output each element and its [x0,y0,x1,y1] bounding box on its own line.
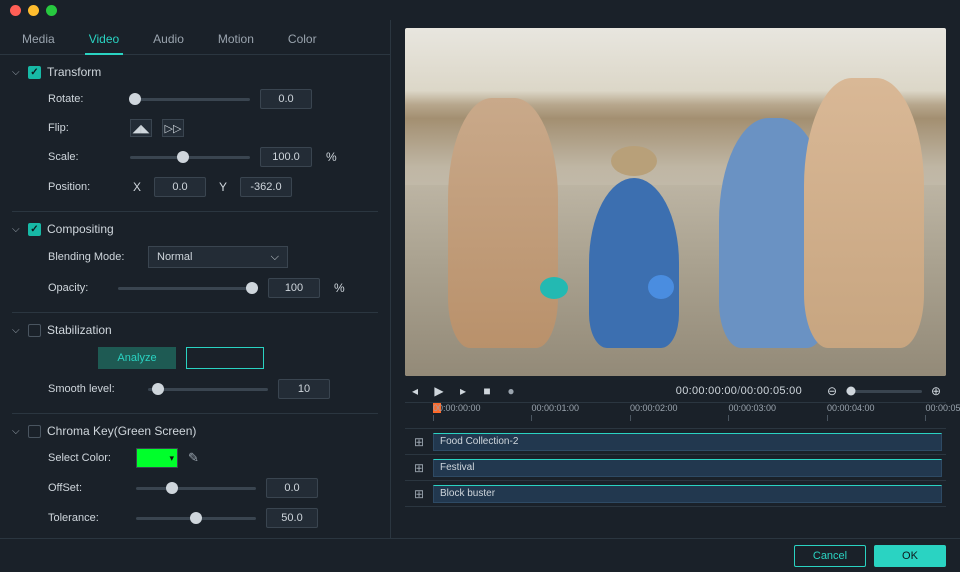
next-frame-button[interactable]: ▸ [455,384,471,398]
ruler-tick: 00:00:02:00 [630,403,678,428]
prev-frame-button[interactable]: ◂ [407,384,423,398]
rotate-slider[interactable] [130,98,250,101]
cancel-button[interactable]: Cancel [794,545,866,567]
opacity-slider[interactable] [118,287,258,290]
scale-slider[interactable] [130,156,250,159]
smooth-input[interactable] [278,379,330,399]
inspector-panel: Media Video Audio Motion Color ⌵ Transfo… [0,20,390,538]
section-compositing-header[interactable]: ⌵ Compositing [12,222,378,236]
scale-suffix: % [326,150,337,164]
smooth-label: Smooth level: [48,383,138,395]
pos-x-label: X [130,180,144,194]
inspector-tabs: Media Video Audio Motion Color [0,20,390,55]
select-color-label: Select Color: [48,452,126,464]
opacity-label: Opacity: [48,282,108,294]
compositing-checkbox[interactable] [28,223,41,236]
tab-video[interactable]: Video [85,26,123,54]
tab-media[interactable]: Media [18,26,59,54]
transform-checkbox[interactable] [28,66,41,79]
stabilization-secondary-button[interactable] [186,347,264,369]
tolerance-label: Tolerance: [48,512,126,524]
rotate-input[interactable] [260,89,312,109]
blend-mode-select[interactable]: Normal ⌵ [148,246,288,268]
tab-audio[interactable]: Audio [149,26,188,54]
stabilization-checkbox[interactable] [28,324,41,337]
chevron-down-icon: ▾ [169,453,174,464]
zoom-out-button[interactable]: ⊖ [824,384,840,398]
close-window-button[interactable] [10,5,21,16]
section-chroma-header[interactable]: ⌵ Chroma Key(Green Screen) [12,424,378,438]
opacity-input[interactable] [268,278,320,298]
timeline-clip[interactable]: Festival [433,459,942,477]
tab-color[interactable]: Color [284,26,321,54]
ruler-tick: 00:00:01:00 [531,403,579,428]
flip-label: Flip: [48,122,120,134]
scale-label: Scale: [48,151,120,163]
filmstrip-icon[interactable]: ⊞ [405,435,433,449]
smooth-slider[interactable] [148,388,268,391]
chroma-title: Chroma Key(Green Screen) [47,424,196,438]
maximize-window-button[interactable] [46,5,57,16]
chroma-checkbox[interactable] [28,425,41,438]
blend-label: Blending Mode: [48,251,138,263]
dialog-button-bar: Cancel OK [0,538,960,572]
flip-vertical-button[interactable]: ▷▷ [162,119,184,137]
ruler-tick: 00:00:03:00 [728,403,776,428]
transform-title: Transform [47,65,101,79]
chevron-down-icon: ⌵ [12,67,22,78]
tab-motion[interactable]: Motion [214,26,258,54]
offset-label: OffSet: [48,482,126,494]
ruler-tick: 00:00:04:00 [827,403,875,428]
eyedropper-icon[interactable]: ✎ [188,450,199,466]
flip-horizontal-button[interactable]: ◢◣ [130,119,152,137]
tolerance-input[interactable] [266,508,318,528]
offset-input[interactable] [266,478,318,498]
timeline-clip[interactable]: Block buster [433,485,942,503]
chroma-color-swatch[interactable]: ▾ [136,448,178,468]
analyze-button[interactable]: Analyze [98,347,176,369]
offset-slider[interactable] [136,487,256,490]
chevron-down-icon: ⌵ [12,325,22,336]
play-button[interactable]: ▶ [431,384,447,398]
ruler-tick: 00:00:05:00 [925,403,960,428]
transport-controls: ◂ ▶ ▸ ■ ● 00:00:00:00/00:00:05:00 ⊖ ⊕ [405,376,946,403]
stop-button[interactable]: ■ [479,384,495,398]
zoom-slider[interactable] [846,390,922,393]
chevron-down-icon: ⌵ [271,251,279,264]
filmstrip-icon[interactable]: ⊞ [405,461,433,475]
scale-input[interactable] [260,147,312,167]
pos-y-input[interactable] [240,177,292,197]
timeline-track: ⊞Festival [405,455,946,481]
ok-button[interactable]: OK [874,545,946,567]
zoom-in-button[interactable]: ⊕ [928,384,944,398]
video-preview[interactable] [405,28,946,376]
pos-y-label: Y [216,180,230,194]
chevron-down-icon: ⌵ [12,224,22,235]
minimize-window-button[interactable] [28,5,39,16]
compositing-title: Compositing [47,222,114,236]
timeline-tracks: ⊞Food Collection-2⊞Festival⊞Block buster [405,429,946,507]
section-transform-header[interactable]: ⌵ Transform [12,65,378,79]
opacity-suffix: % [334,281,345,295]
stabilization-title: Stabilization [47,323,112,337]
blend-value: Normal [157,251,192,263]
chevron-down-icon: ⌵ [12,426,22,437]
tolerance-slider[interactable] [136,517,256,520]
timeline-track: ⊞Block buster [405,481,946,507]
filmstrip-icon[interactable]: ⊞ [405,487,433,501]
timeline-track: ⊞Food Collection-2 [405,429,946,455]
ruler-tick: 00:00:00:00 [433,403,481,428]
position-label: Position: [48,181,120,193]
timecode-display: 00:00:00:00/00:00:05:00 [676,385,802,397]
pos-x-input[interactable] [154,177,206,197]
timeline-clip[interactable]: Food Collection-2 [433,433,942,451]
record-button[interactable]: ● [503,384,519,398]
window-titlebar [0,0,960,20]
preview-timeline-panel: ◂ ▶ ▸ ■ ● 00:00:00:00/00:00:05:00 ⊖ ⊕ 00… [390,20,960,538]
section-stabilization-header[interactable]: ⌵ Stabilization [12,323,378,337]
timeline-ruler[interactable]: 00:00:00:00 00:00:01:00 00:00:02:00 00:00:0… [405,403,946,429]
rotate-label: Rotate: [48,93,120,105]
